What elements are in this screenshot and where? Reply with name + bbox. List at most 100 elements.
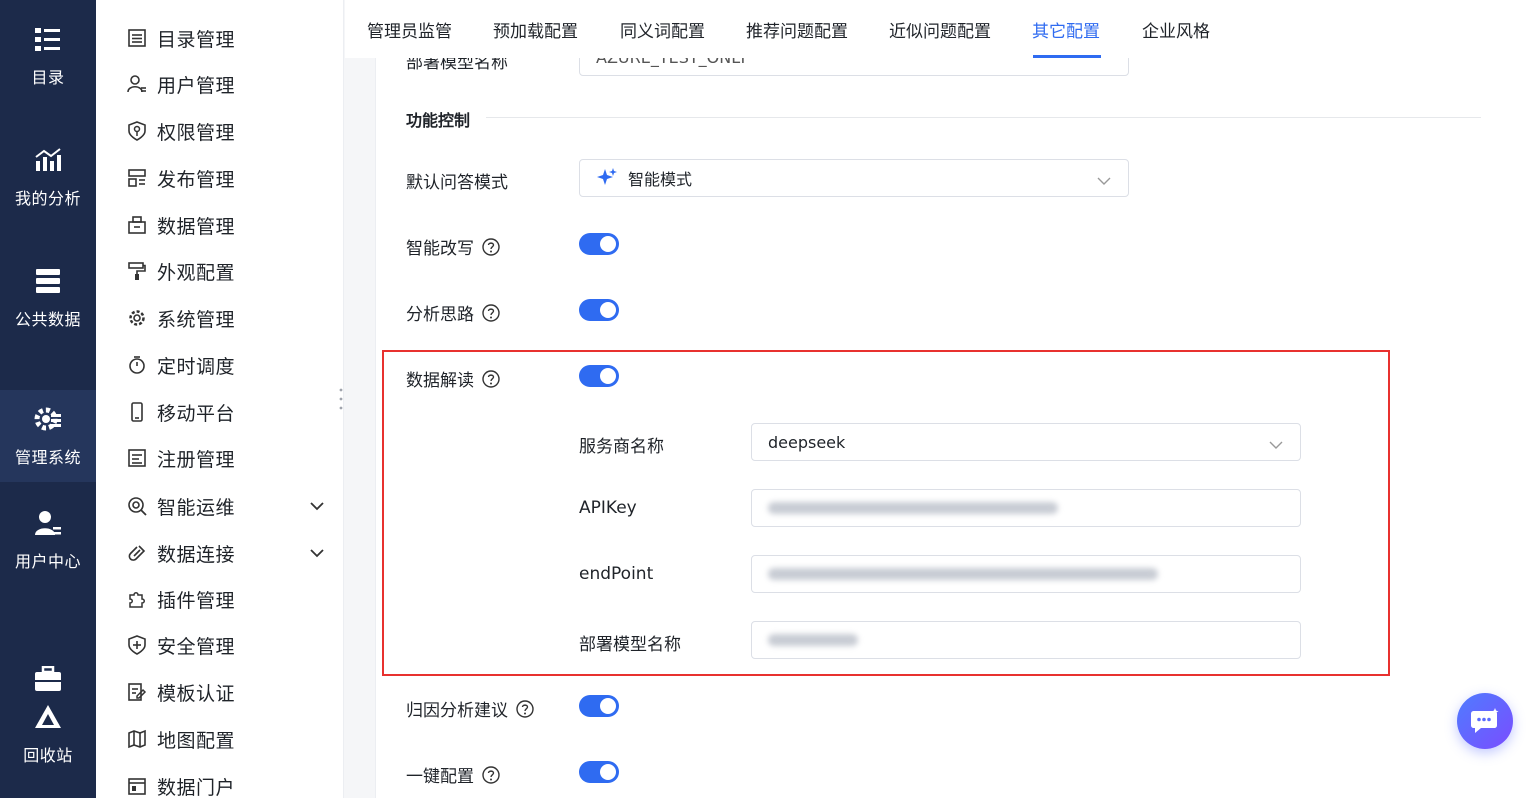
menu-item-label: 数据门户 — [157, 776, 236, 798]
top-partial-field[interactable]: AZURE_TEST_ONLY — [579, 58, 1129, 76]
default-mode-value: 智能模式 — [628, 170, 693, 189]
menu-item-plugins[interactable]: 插件管理 — [126, 582, 326, 616]
menu-item-label: 智能运维 — [157, 496, 236, 519]
menu-item-register[interactable]: 注册管理 — [126, 441, 326, 475]
tab-preload[interactable]: 预加载配置 — [493, 17, 578, 42]
menu-item-label: 数据连接 — [157, 543, 236, 566]
menu-item-data-connection[interactable]: 数据连接 — [126, 536, 326, 570]
menu-item-portal[interactable]: 数据门户 — [126, 769, 326, 798]
tab-other-config[interactable]: 其它配置 — [1032, 17, 1100, 42]
top-partial-label: 部署模型名称 — [406, 58, 508, 73]
smart-rewrite-row: 智能改写 — [406, 234, 500, 259]
ops-icon — [126, 495, 148, 517]
menu-item-label: 定时调度 — [157, 355, 236, 378]
rail-item-management[interactable]: 管理系统 — [0, 390, 96, 482]
puzzle-icon — [126, 588, 148, 610]
sparkle-icon — [596, 167, 618, 189]
menu-item-map[interactable]: 地图配置 — [126, 722, 326, 756]
analysis-thinking-label: 分析思路 — [406, 305, 474, 325]
tab-similar[interactable]: 近似问题配置 — [889, 17, 991, 42]
highlight-box — [382, 350, 1390, 676]
template-cert-icon — [126, 681, 148, 703]
menu-item-label: 数据管理 — [157, 215, 236, 238]
rail-item-label: 用户中心 — [14, 552, 81, 571]
menu-item-permissions[interactable]: 权限管理 — [126, 114, 326, 148]
menu-item-label: 模板认证 — [157, 682, 236, 705]
user-icon — [126, 73, 148, 95]
menu-item-template-cert[interactable]: 模板认证 — [126, 675, 326, 709]
default-mode-select[interactable]: 智能模式 — [579, 159, 1129, 197]
map-icon — [126, 728, 148, 750]
tab-admin-monitor[interactable]: 管理员监管 — [367, 17, 452, 42]
smart-rewrite-toggle[interactable] — [579, 233, 619, 255]
analysis-icon — [33, 145, 63, 175]
menu-item-publish[interactable]: 发布管理 — [126, 161, 326, 195]
menu-item-security[interactable]: 安全管理 — [126, 628, 326, 662]
rail-item-user-center[interactable]: 用户中心 — [0, 494, 96, 586]
one-click-label: 一键配置 — [406, 767, 474, 787]
rail-item-label: 公共数据 — [14, 310, 81, 329]
chevron-down-icon — [1096, 172, 1112, 191]
menu-item-appearance[interactable]: 外观配置 — [126, 254, 326, 288]
rail-item-label: 回收站 — [23, 746, 73, 765]
paint-roller-icon — [126, 260, 148, 282]
rail-item-label: 目录 — [31, 68, 65, 87]
menu-item-label: 移动平台 — [157, 402, 236, 425]
one-click-row: 一键配置 — [406, 762, 500, 787]
tab-enterprise-style[interactable]: 企业风格 — [1142, 17, 1210, 42]
rail-item-public-data[interactable]: 公共数据 — [0, 252, 96, 344]
rail-item-label: 管理系统 — [14, 448, 81, 467]
one-click-toggle[interactable] — [579, 761, 619, 783]
analysis-thinking-row: 分析思路 — [406, 300, 500, 325]
menu-item-smart-ops[interactable]: 智能运维 — [126, 489, 326, 523]
help-icon[interactable] — [516, 699, 534, 718]
toolbox-icon — [33, 664, 63, 694]
chevron-down-icon[interactable] — [308, 497, 326, 519]
section-divider — [486, 117, 1481, 118]
tab-synonyms[interactable]: 同义词配置 — [620, 17, 705, 42]
tab-recommend[interactable]: 推荐问题配置 — [746, 17, 848, 42]
menu-item-mobile[interactable]: 移动平台 — [126, 395, 326, 429]
shield-plus-icon — [126, 634, 148, 656]
register-icon — [126, 447, 148, 469]
top-partial-value: AZURE_TEST_ONLY — [596, 58, 748, 67]
default-mode-label: 默认问答模式 — [406, 173, 508, 193]
attribution-toggle[interactable] — [579, 695, 619, 717]
analysis-thinking-toggle[interactable] — [579, 299, 619, 321]
recycle-bin-icon — [33, 702, 63, 732]
link-icon — [126, 542, 148, 564]
menu-item-label: 权限管理 — [157, 121, 236, 144]
chat-bubble-icon — [1470, 707, 1500, 735]
rail-item-label: 我的分析 — [14, 189, 81, 208]
help-icon[interactable] — [482, 237, 500, 256]
menu-item-label: 目录管理 — [157, 28, 236, 51]
menu-item-label: 插件管理 — [157, 589, 236, 612]
menu-item-label: 发布管理 — [157, 168, 236, 191]
menu-item-label: 外观配置 — [157, 261, 236, 284]
gear-settings-icon — [33, 404, 63, 434]
menu-item-system[interactable]: 系统管理 — [126, 301, 326, 335]
config-tabs: 管理员监管 预加载配置 同义词配置 推荐问题配置 近似问题配置 其它配置 企业风… — [345, 0, 1540, 58]
rail-item-recycle[interactable]: 回收站 — [0, 640, 96, 790]
catalog-icon — [33, 24, 63, 54]
menu-item-label: 系统管理 — [157, 308, 236, 331]
list-icon — [126, 27, 148, 49]
section-title: 功能控制 — [406, 111, 471, 130]
public-data-icon — [33, 266, 63, 296]
menu-item-users[interactable]: 用户管理 — [126, 67, 326, 101]
rail-item-catalog[interactable]: 目录 — [0, 10, 96, 102]
menu-item-catalog[interactable]: 目录管理 — [126, 21, 326, 55]
publish-icon — [126, 167, 148, 189]
mobile-icon — [126, 401, 148, 423]
menu-item-label: 地图配置 — [157, 729, 236, 752]
help-icon[interactable] — [482, 765, 500, 784]
help-icon[interactable] — [482, 303, 500, 322]
chevron-down-icon[interactable] — [308, 544, 326, 566]
rail-item-my-analysis[interactable]: 我的分析 — [0, 131, 96, 223]
gear-icon — [126, 307, 148, 329]
chat-assistant-button[interactable] — [1457, 693, 1513, 749]
smart-rewrite-label: 智能改写 — [406, 239, 474, 259]
menu-item-data[interactable]: 数据管理 — [126, 208, 326, 242]
menu-item-schedule[interactable]: 定时调度 — [126, 348, 326, 382]
main-rail: 目录 我的分析 公共数据 管理系统 用户中心 回收站 — [0, 0, 96, 798]
